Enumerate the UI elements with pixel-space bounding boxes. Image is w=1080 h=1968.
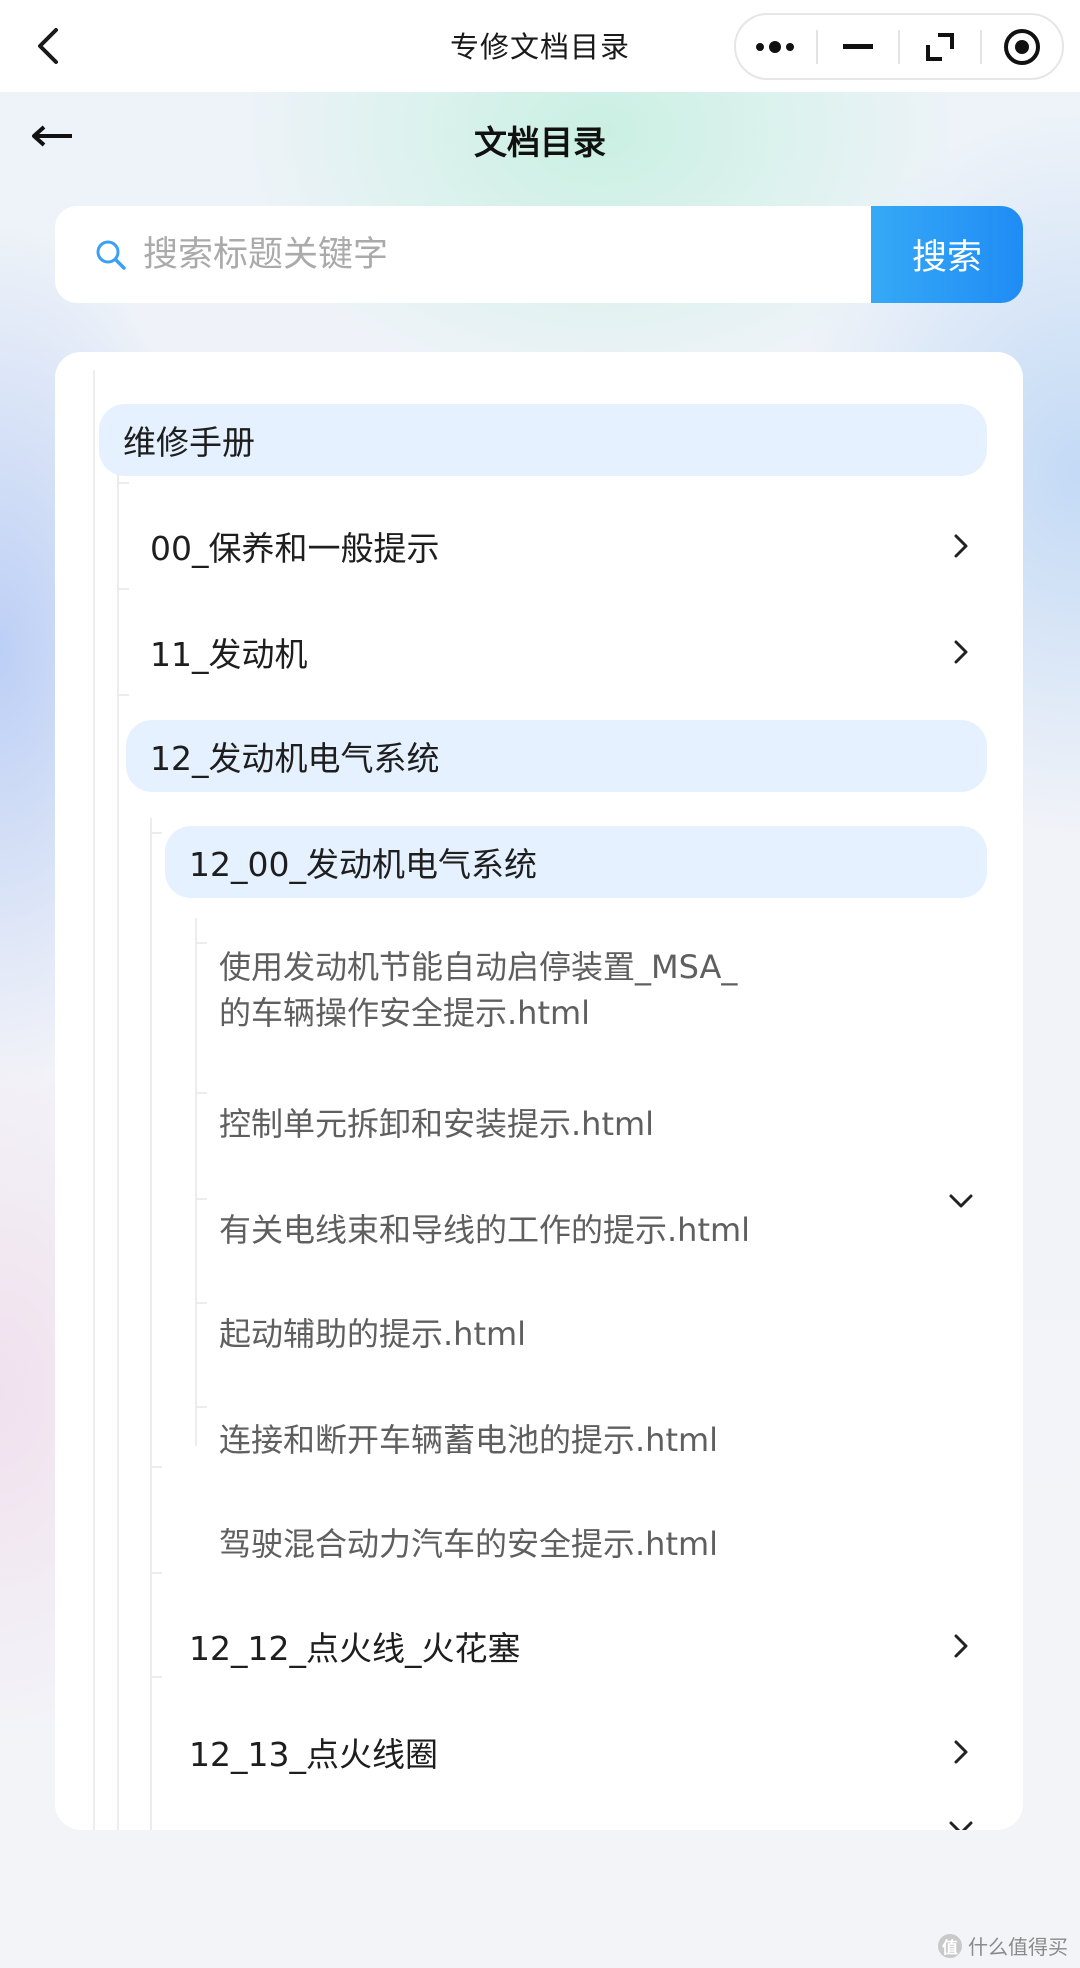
tree-node-11[interactable]: 11_发动机 bbox=[126, 616, 987, 688]
tree-node-label: 12_发动机电气系统 bbox=[150, 739, 440, 778]
doc-item-label-line-1: 使用发动机节能自动启停装置_MSA_ bbox=[219, 948, 738, 986]
chevron-right-icon[interactable] bbox=[947, 1738, 975, 1766]
tree-connector bbox=[117, 482, 129, 484]
restore-icon[interactable] bbox=[900, 15, 980, 78]
doc-item-label: 使用发动机节能自动启停装置_MSA_ 的车辆操作安全提示.html bbox=[219, 944, 737, 1036]
tree-connector bbox=[195, 1302, 207, 1304]
tree-node-label: 维修手册 bbox=[123, 423, 255, 462]
tree-connector bbox=[150, 832, 162, 834]
directory-tree: 维修手册 00_保养和一般提示 11_发动机 12_发动机电气系统 12_00_… bbox=[55, 352, 1023, 1830]
search-button[interactable]: 搜索 bbox=[871, 206, 1023, 303]
doc-item-wiring[interactable]: 有关电线束和导线的工作的提示.html bbox=[219, 1200, 879, 1260]
tree-connector bbox=[195, 1092, 207, 1094]
more-dots-icon[interactable] bbox=[736, 15, 816, 78]
minimize-icon[interactable] bbox=[818, 15, 898, 78]
doc-item-msa[interactable]: 使用发动机节能自动启停装置_MSA_ 的车辆操作安全提示.html bbox=[219, 944, 879, 1040]
tree-connector bbox=[150, 1466, 162, 1468]
tree-guide-line bbox=[150, 818, 152, 1830]
watermark-text: 什么值得买 bbox=[968, 1935, 1068, 1959]
search-input[interactable] bbox=[137, 206, 871, 303]
tree-connector bbox=[117, 588, 129, 590]
tree-connector bbox=[195, 942, 207, 944]
target-icon[interactable] bbox=[982, 15, 1062, 78]
tree-connector bbox=[150, 1572, 162, 1574]
doc-item-label: 连接和断开车辆蓄电池的提示.html bbox=[219, 1421, 719, 1459]
chevron-down-icon[interactable] bbox=[945, 1188, 977, 1214]
tree-node-12-12[interactable]: 12_12_点火线_火花塞 bbox=[165, 1610, 987, 1682]
chevron-down-icon[interactable] bbox=[945, 1818, 977, 1830]
doc-item-jump-start[interactable]: 起动辅助的提示.html bbox=[219, 1304, 879, 1364]
doc-item-label: 起动辅助的提示.html bbox=[219, 1315, 527, 1353]
doc-item-battery[interactable]: 连接和断开车辆蓄电池的提示.html bbox=[219, 1410, 879, 1470]
tree-connector bbox=[195, 1198, 207, 1200]
tree-guide-line bbox=[195, 918, 197, 1446]
tree-node-label: 12_12_点火线_火花塞 bbox=[189, 1629, 521, 1668]
tree-guide-line bbox=[93, 370, 95, 1830]
doc-item-label-line-2: 的车辆操作安全提示.html bbox=[219, 994, 591, 1032]
watermark: 值 什么值得买 bbox=[938, 1931, 1068, 1960]
miniprogram-topbar: 专修文档目录 bbox=[0, 0, 1080, 92]
tree-node-12-00[interactable]: 12_00_发动机电气系统 bbox=[165, 826, 987, 898]
doc-item-label: 控制单元拆卸和安装提示.html bbox=[219, 1105, 655, 1143]
doc-item-control-unit[interactable]: 控制单元拆卸和安装提示.html bbox=[219, 1094, 879, 1154]
doc-item-label: 有关电线束和导线的工作的提示.html bbox=[219, 1211, 751, 1249]
doc-item-label: 驾驶混合动力汽车的安全提示.html bbox=[219, 1525, 719, 1563]
tree-node-label: 00_保养和一般提示 bbox=[150, 529, 440, 568]
tree-node-00[interactable]: 00_保养和一般提示 bbox=[126, 510, 987, 582]
chevron-right-icon[interactable] bbox=[947, 638, 975, 666]
chevron-right-icon[interactable] bbox=[947, 532, 975, 560]
tree-node-12[interactable]: 12_发动机电气系统 bbox=[126, 720, 987, 792]
tree-connector bbox=[150, 1676, 162, 1678]
search-bar: 搜索 bbox=[55, 206, 1023, 303]
tree-guide-line bbox=[117, 462, 119, 1830]
page-title: 文档目录 bbox=[474, 123, 606, 162]
capsule-menu bbox=[734, 13, 1064, 80]
watermark-logo: 值 bbox=[938, 1933, 962, 1958]
chevron-right-icon[interactable] bbox=[947, 1632, 975, 1660]
tree-node-label: 12_13_点火线圈 bbox=[189, 1735, 438, 1774]
tree-node-label: 12_00_发动机电气系统 bbox=[189, 845, 537, 884]
doc-item-hybrid[interactable]: 驾驶混合动力汽车的安全提示.html bbox=[219, 1514, 879, 1574]
tree-node-root[interactable]: 维修手册 bbox=[99, 404, 987, 476]
search-icon bbox=[55, 206, 137, 303]
tree-connector bbox=[117, 694, 129, 696]
tree-node-label: 11_发动机 bbox=[150, 635, 308, 674]
tree-connector bbox=[195, 1406, 207, 1408]
tree-node-12-13[interactable]: 12_13_点火线圈 bbox=[165, 1716, 987, 1788]
